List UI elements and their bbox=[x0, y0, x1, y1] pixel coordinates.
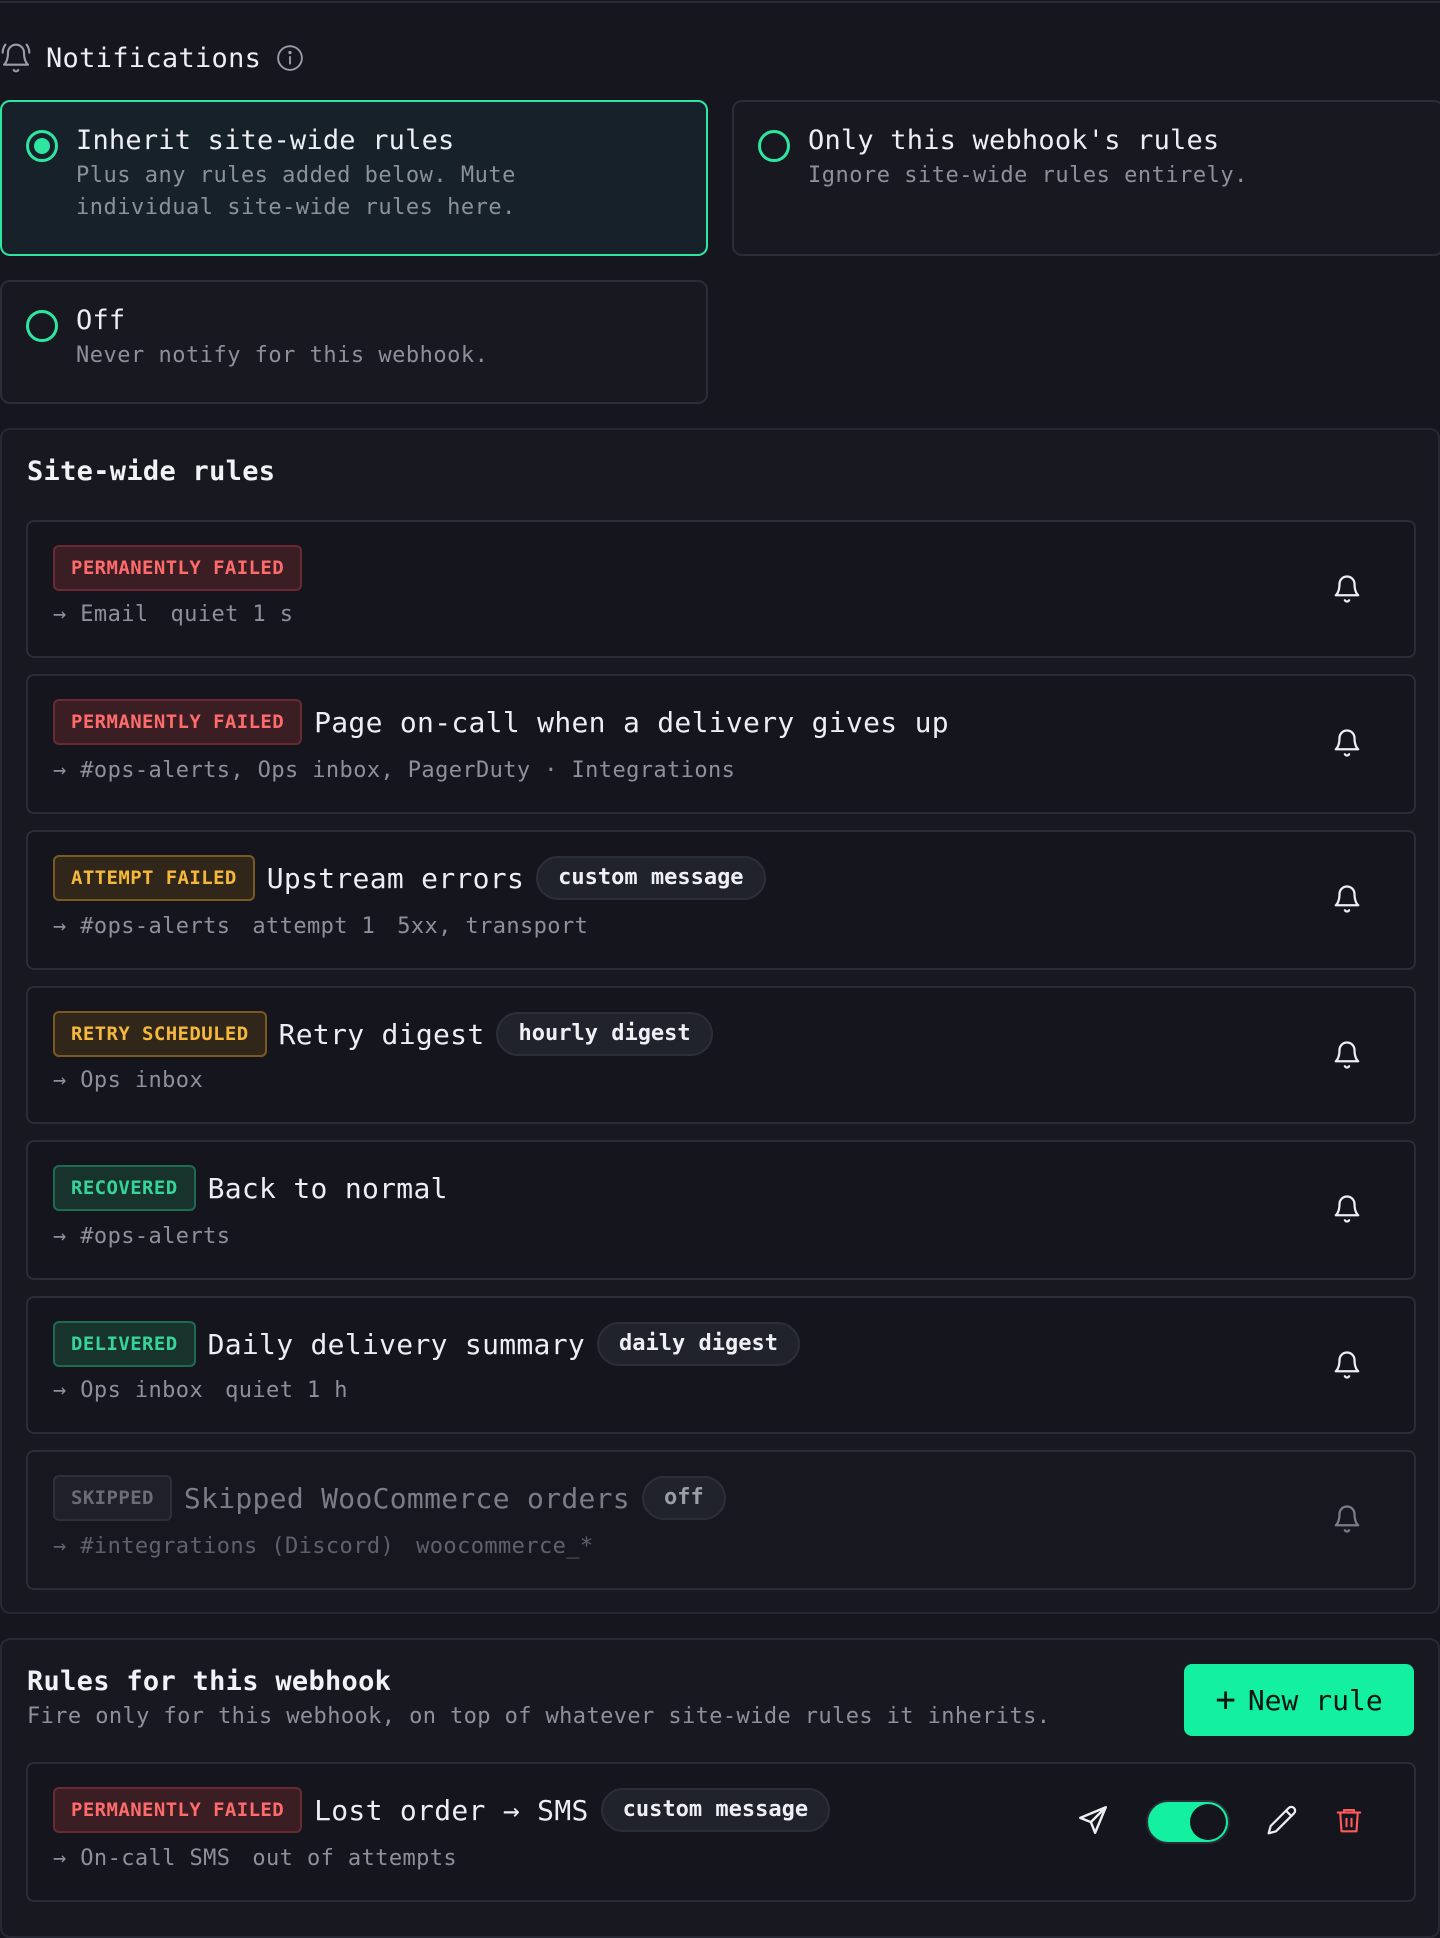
mode-title: Off bbox=[76, 305, 126, 336]
rule-targets: → Ops inbox bbox=[53, 1068, 225, 1093]
mute-bell-icon[interactable] bbox=[1330, 1192, 1364, 1226]
mode-title: Inherit site-wide rules bbox=[76, 125, 455, 156]
rule-target: → #integrations (Discord) bbox=[53, 1534, 395, 1559]
rule-target: → Ops inbox bbox=[53, 1378, 204, 1403]
top-divider bbox=[0, 0, 1440, 3]
rule-name: Back to normal bbox=[207, 1171, 448, 1205]
rule-condition: quiet 1 s bbox=[170, 602, 294, 627]
rule-card: PERMANENTLY FAILED Lost order → SMS cust… bbox=[26, 1762, 1416, 1902]
new-rule-button[interactable]: + New rule bbox=[1184, 1664, 1414, 1736]
mute-bell-icon[interactable] bbox=[1330, 1348, 1364, 1382]
rule-targets: → Ops inbox quiet 1 h bbox=[53, 1378, 370, 1403]
message-mode-pill: custom message bbox=[536, 856, 766, 900]
mode-description: Plus any rules added below. Mute bbox=[76, 163, 516, 188]
send-test-icon[interactable] bbox=[1076, 1803, 1110, 1841]
rule-card: SKIPPED Skipped WooCommerce orders off →… bbox=[26, 1450, 1416, 1590]
rule-condition: out of attempts bbox=[252, 1846, 458, 1871]
message-mode-pill: custom message bbox=[600, 1788, 831, 1832]
mute-bell-icon[interactable] bbox=[1330, 882, 1364, 916]
panel-subtitle: Fire only for this webhook, on top of wh… bbox=[27, 1704, 1051, 1729]
new-rule-label: New rule bbox=[1247, 1683, 1383, 1717]
notifications-header: Notifications bbox=[0, 40, 305, 76]
rule-condition: woocommerce_* bbox=[416, 1534, 594, 1559]
event-badge: RETRY SCHEDULED bbox=[53, 1011, 267, 1057]
event-badge: PERMANENTLY FAILED bbox=[53, 1787, 303, 1833]
mute-bell-icon[interactable] bbox=[1330, 572, 1364, 606]
site-wide-rules-panel: Site-wide rules PERMANENTLY FAILED → Ema… bbox=[0, 428, 1440, 1614]
rule-name: Upstream errors bbox=[266, 861, 525, 895]
rule-target: → Email bbox=[53, 602, 149, 627]
rule-card: ATTEMPT FAILED Upstream errors custom me… bbox=[26, 830, 1416, 970]
panel-title: Rules for this webhook bbox=[27, 1666, 392, 1697]
page-title: Notifications bbox=[46, 42, 262, 74]
rule-target: → On-call SMS bbox=[53, 1846, 231, 1871]
mode-option-inherit[interactable]: Inherit site-wide rules Plus any rules a… bbox=[0, 100, 708, 256]
rule-name: Page on-call when a delivery gives up bbox=[314, 705, 949, 739]
event-badge: ATTEMPT FAILED bbox=[53, 855, 255, 901]
message-mode-pill: hourly digest bbox=[496, 1012, 713, 1056]
trash-icon[interactable] bbox=[1334, 1804, 1364, 1840]
rule-name: Retry digest bbox=[278, 1017, 485, 1051]
rule-condition: attempt 1 bbox=[252, 914, 376, 939]
event-badge: DELIVERED bbox=[53, 1321, 196, 1367]
event-badge: PERMANENTLY FAILED bbox=[53, 545, 303, 591]
rule-actions bbox=[1076, 1800, 1364, 1844]
mute-bell-icon[interactable] bbox=[1330, 1038, 1364, 1072]
enabled-toggle[interactable] bbox=[1146, 1800, 1230, 1844]
pencil-icon[interactable] bbox=[1266, 1804, 1298, 1840]
bell-ringing-icon bbox=[0, 42, 32, 74]
radio-unselected[interactable] bbox=[758, 130, 790, 162]
rule-condition: quiet 1 h bbox=[225, 1378, 348, 1403]
event-badge: RECOVERED bbox=[53, 1165, 196, 1211]
rule-card: PERMANENTLY FAILED → Email quiet 1 s bbox=[26, 520, 1416, 658]
mode-option-off[interactable]: Off Never notify for this webhook. bbox=[0, 280, 708, 404]
mode-description: individual site-wide rules here. bbox=[76, 195, 516, 220]
mode-description: Ignore site-wide rules entirely. bbox=[808, 163, 1248, 188]
rule-targets: → On-call SMS out of attempts bbox=[53, 1846, 479, 1871]
message-mode-pill: daily digest bbox=[597, 1322, 800, 1366]
rule-name: Lost order → SMS bbox=[314, 1793, 589, 1827]
rule-name: Skipped WooCommerce orders bbox=[183, 1481, 630, 1515]
rule-target: → #ops-alerts bbox=[53, 914, 231, 939]
info-icon[interactable] bbox=[275, 43, 305, 73]
rule-card: RETRY SCHEDULED Retry digest hourly dige… bbox=[26, 986, 1416, 1124]
mode-description: Never notify for this webhook. bbox=[76, 343, 489, 368]
message-mode-pill: off bbox=[641, 1476, 726, 1520]
event-badge: PERMANENTLY FAILED bbox=[53, 699, 303, 745]
panel-title: Site-wide rules bbox=[27, 456, 276, 487]
mode-title: Only this webhook's rules bbox=[808, 125, 1220, 156]
radio-unselected[interactable] bbox=[26, 310, 58, 342]
radio-selected[interactable] bbox=[26, 130, 58, 162]
rule-condition: 5xx, transport bbox=[397, 914, 589, 939]
mute-bell-icon[interactable] bbox=[1330, 726, 1364, 760]
rule-card: PERMANENTLY FAILED Page on-call when a d… bbox=[26, 674, 1416, 814]
rule-targets: → #ops-alerts, Ops inbox, PagerDuty · In… bbox=[53, 758, 757, 783]
plus-icon: + bbox=[1215, 1680, 1236, 1720]
rule-targets: → Email quiet 1 s bbox=[53, 602, 315, 627]
mute-bell-icon[interactable] bbox=[1330, 1502, 1364, 1536]
mode-option-only-webhook[interactable]: Only this webhook's rules Ignore site-wi… bbox=[732, 100, 1440, 256]
rule-targets: → #ops-alerts bbox=[53, 1224, 252, 1249]
rule-card: DELIVERED Daily delivery summary daily d… bbox=[26, 1296, 1416, 1434]
rule-name: Daily delivery summary bbox=[207, 1327, 586, 1361]
rule-targets: → #integrations (Discord) woocommerce_* bbox=[53, 1534, 616, 1559]
webhook-rules-panel: Rules for this webhook Fire only for thi… bbox=[0, 1638, 1440, 1938]
rule-targets: → #ops-alerts attempt 1 5xx, transport bbox=[53, 914, 610, 939]
rule-target: → #ops-alerts, Ops inbox, PagerDuty · In… bbox=[53, 758, 736, 783]
event-badge: SKIPPED bbox=[53, 1475, 172, 1521]
rule-target: → Ops inbox bbox=[53, 1068, 204, 1093]
rule-card: RECOVERED Back to normal → #ops-alerts bbox=[26, 1140, 1416, 1280]
rule-target: → #ops-alerts bbox=[53, 1224, 231, 1249]
